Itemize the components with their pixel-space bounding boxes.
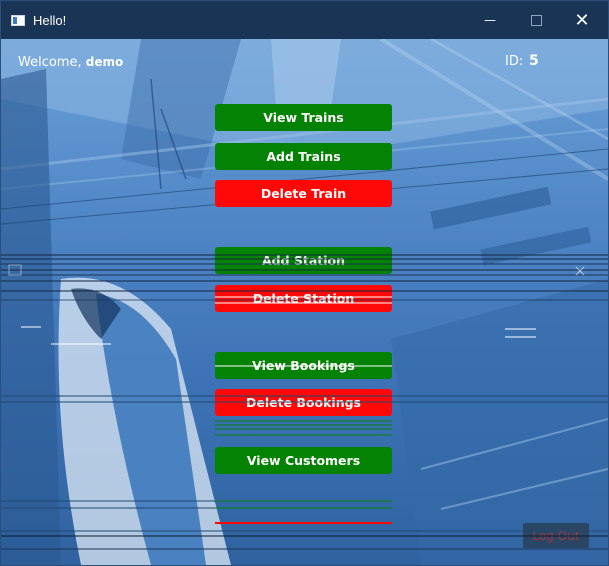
username: demo [85,55,124,69]
close-button[interactable]: ✕ [559,1,605,39]
maximize-icon [530,14,542,26]
app-icon [11,15,25,26]
view-customers-button[interactable]: View Customers [215,447,392,474]
id-label: ID: [505,54,524,69]
minimize-icon: — [484,13,496,27]
welcome-text: Welcome, demo [18,55,123,70]
delete-bookings-button[interactable]: Delete Bookings [215,389,392,416]
view-bookings-button[interactable]: View Bookings [215,352,392,379]
title-bar[interactable]: Hello! — ✕ [1,1,608,39]
view-trains-button[interactable]: View Trains [215,104,392,131]
logout-button[interactable]: Log Out [523,523,589,548]
close-icon: ✕ [574,9,590,31]
welcome-prefix: Welcome, [18,55,82,70]
delete-station-button[interactable]: Delete Station [215,285,392,312]
add-station-button[interactable]: Add Station [215,247,392,274]
add-trains-button[interactable]: Add Trains [215,143,392,170]
id-value: 5 [529,53,539,69]
minimize-button[interactable]: — [467,1,513,39]
maximize-button[interactable] [513,1,559,39]
app-window: Hello! — ✕ Welcome, demo ID: 5 View Trai… [0,0,609,566]
delete-train-button[interactable]: Delete Train [215,180,392,207]
window-title: Hello! [33,13,67,28]
